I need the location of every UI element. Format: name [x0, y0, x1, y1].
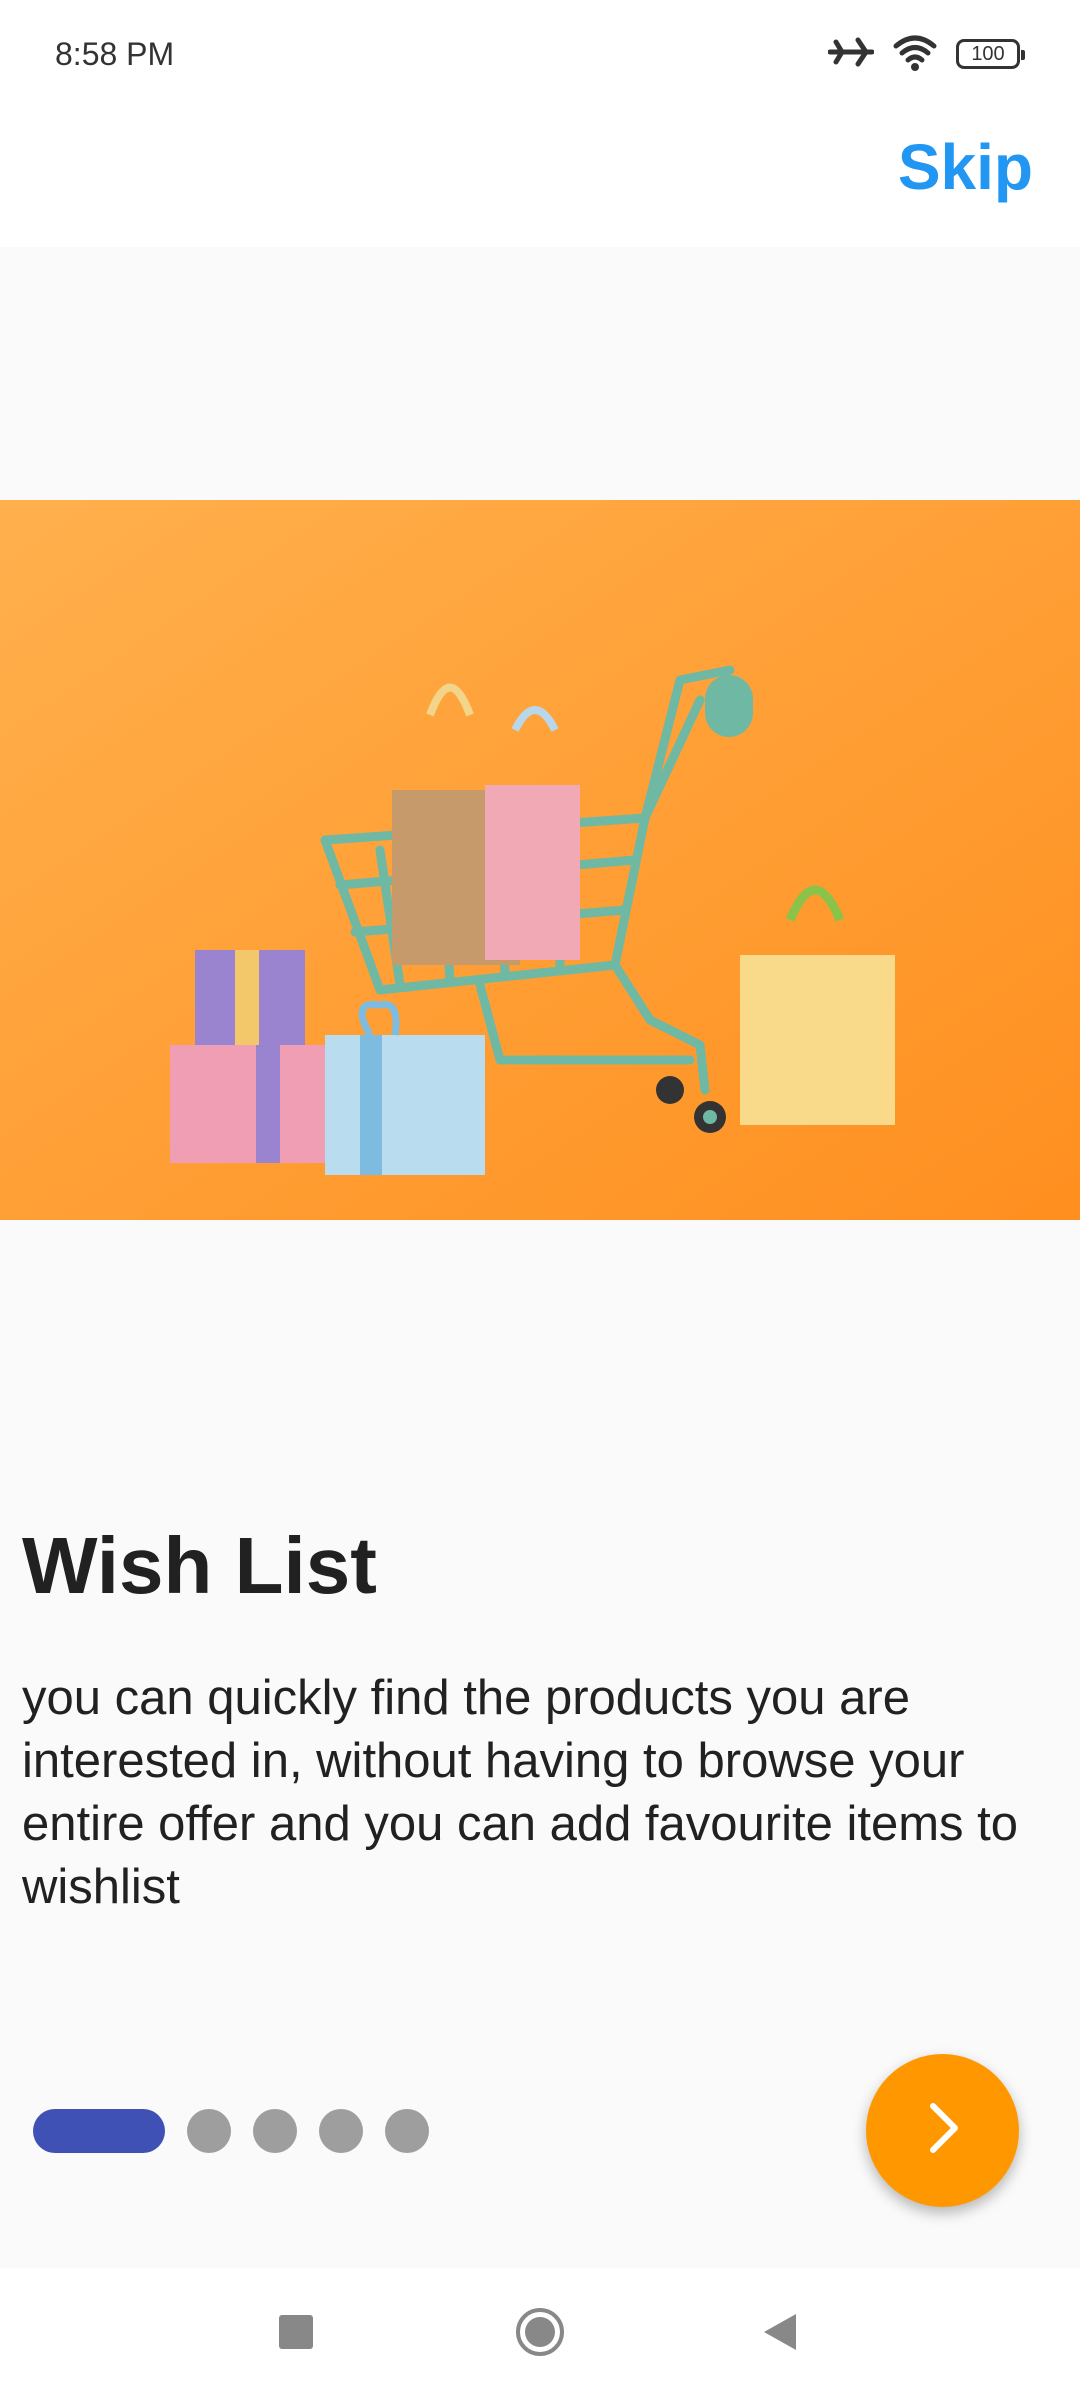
app-header: Skip — [0, 110, 1080, 247]
circle-home-icon — [514, 2306, 566, 2363]
chevron-right-icon — [913, 2098, 973, 2163]
next-button[interactable] — [866, 2054, 1019, 2207]
triangle-back-icon — [760, 2312, 800, 2357]
airplane-icon — [827, 32, 875, 77]
page-dot — [253, 2109, 297, 2153]
system-nav-bar — [0, 2268, 1080, 2400]
onboarding-title: Wish List — [22, 1521, 377, 1610]
skip-button[interactable]: Skip — [898, 130, 1033, 204]
battery-icon: 100 — [956, 39, 1025, 69]
page-dot — [187, 2109, 231, 2153]
status-icons: 100 — [827, 32, 1025, 77]
home-button[interactable] — [495, 2268, 585, 2400]
wifi-icon — [892, 32, 938, 77]
page-dot-active — [33, 2109, 165, 2153]
page-dot — [319, 2109, 363, 2153]
page-indicator — [33, 2109, 429, 2153]
recents-button[interactable] — [251, 2268, 341, 2400]
back-button[interactable] — [735, 2268, 825, 2400]
hero-image — [0, 500, 1080, 1220]
battery-level: 100 — [971, 42, 1005, 65]
square-recents-icon — [278, 2314, 314, 2355]
status-bar: 8:58 PM 100 — [0, 0, 1080, 110]
status-time: 8:58 PM — [55, 36, 175, 72]
page-dot — [385, 2109, 429, 2153]
onboarding-description: you can quickly find the products you ar… — [22, 1671, 1019, 1914]
